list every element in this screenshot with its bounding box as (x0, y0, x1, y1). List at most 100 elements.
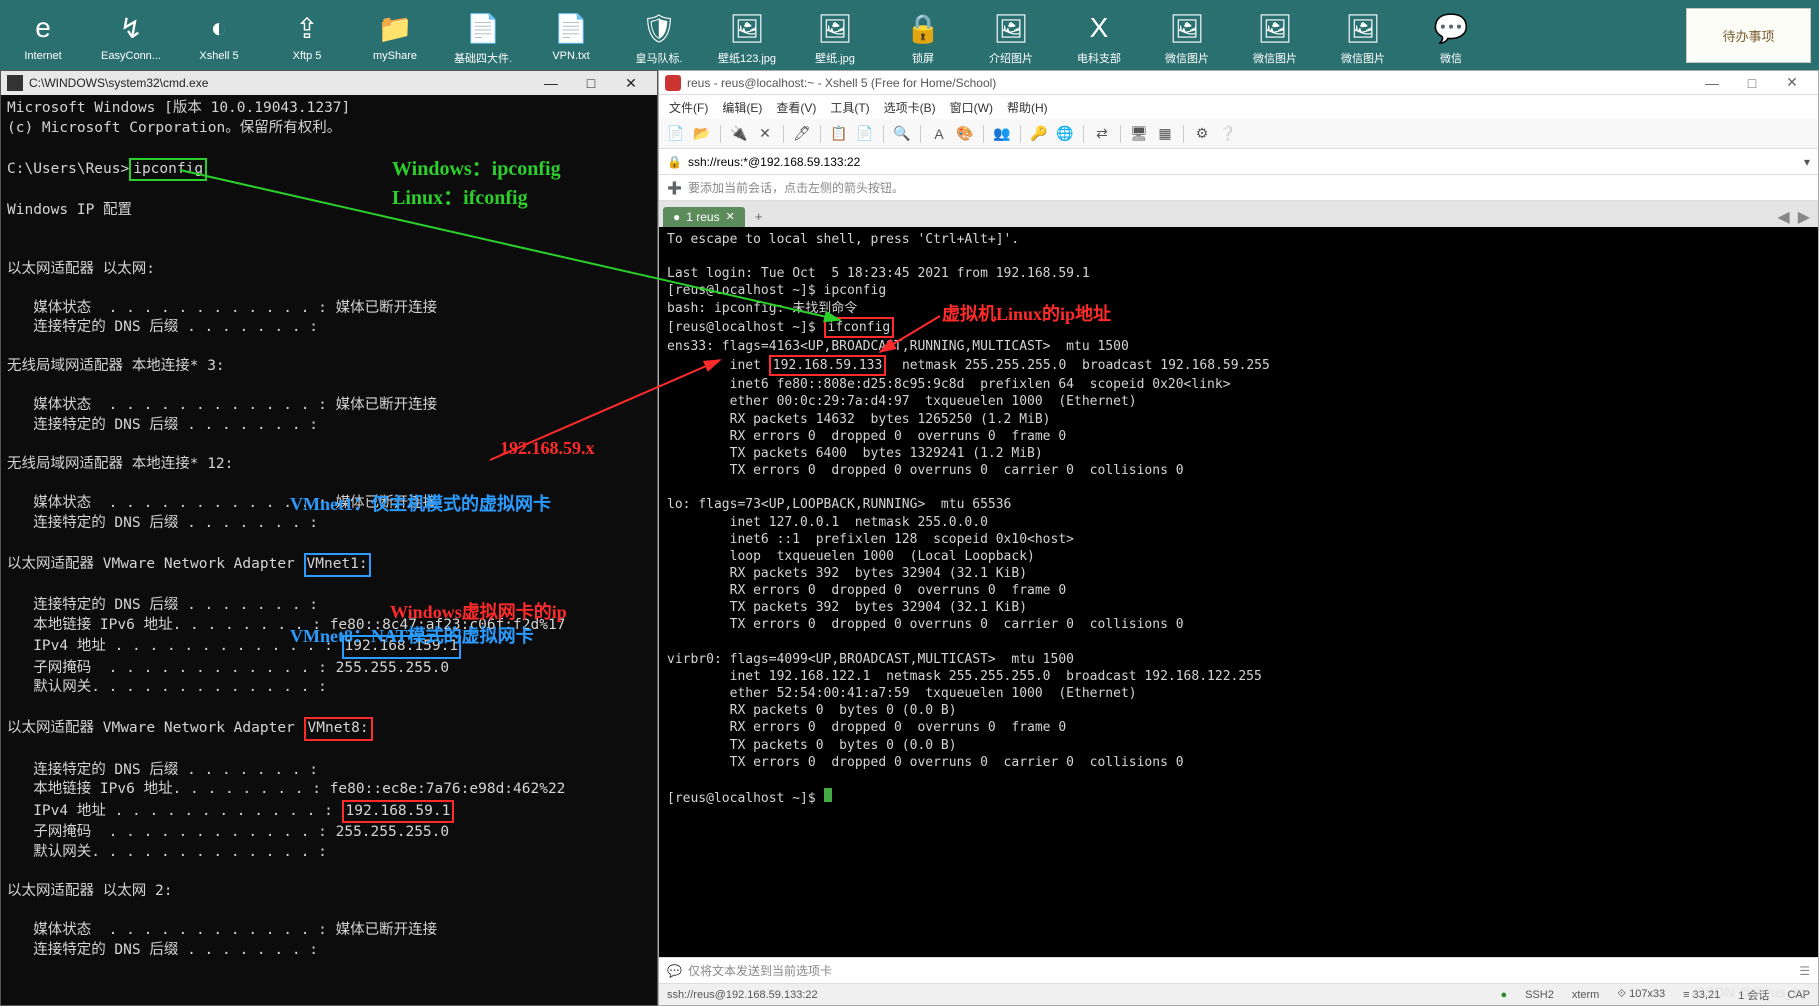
desktop-icon-微信图片[interactable]: 🖼 微信图片 (1338, 8, 1388, 66)
xshell-titlebar[interactable]: reus - reus@localhost:~ - Xshell 5 (Free… (659, 71, 1818, 95)
paste-icon[interactable]: 📄 (854, 123, 876, 145)
add-session-icon[interactable]: ➕ (667, 181, 682, 195)
send-hint: 仅将文本发送到当前选项卡 (688, 962, 832, 979)
status-cap: CAP (1787, 989, 1810, 1001)
tab-reus[interactable]: ● 1 reus ✕ (663, 207, 745, 227)
globe-icon[interactable]: 🌐 (1054, 123, 1076, 145)
desktop-icon-介绍图片[interactable]: 🖼介绍图片 (986, 8, 1036, 66)
prop-icon[interactable]: 🖊 (791, 123, 813, 145)
app-icon: 📁 (375, 8, 415, 48)
icon-label: Xshell 5 (199, 50, 238, 62)
app-icon: 💬 (1431, 8, 1471, 48)
minimize-button[interactable]: — (1692, 75, 1732, 91)
app-icon: 🖼 (727, 8, 767, 48)
help-icon[interactable]: ❔ (1217, 123, 1239, 145)
color-icon[interactable]: 🎨 (954, 123, 976, 145)
icon-label: 壁纸123.jpg (718, 50, 776, 66)
desktop-icon-锁屏[interactable]: 🔒锁屏 (898, 8, 948, 66)
tab-close-icon[interactable]: ✕ (726, 210, 735, 224)
app-icon: 📄 (463, 8, 503, 48)
desktop-icon-VPN.txt[interactable]: 📄VPN.txt (546, 8, 596, 62)
send-bar[interactable]: 💬 仅将文本发送到当前选项卡 ☰ (659, 957, 1818, 983)
icon-label: 皇马队标. (635, 50, 682, 66)
close-button[interactable]: ✕ (1772, 74, 1812, 91)
maximize-button[interactable]: □ (1732, 75, 1772, 91)
icon-label: 介绍图片 (989, 50, 1033, 66)
key-icon[interactable]: 🔑 (1028, 123, 1050, 145)
settings-icon[interactable]: ⚙ (1191, 123, 1213, 145)
maximize-button[interactable]: □ (571, 75, 611, 91)
status-sess: 1 会话 (1738, 987, 1769, 1003)
open-icon[interactable]: 📂 (691, 123, 713, 145)
xshell-terminal[interactable]: To escape to local shell, press 'Ctrl+Al… (659, 227, 1818, 957)
sticky-note[interactable]: 待办事项 (1686, 8, 1811, 63)
icon-label: 微信图片 (1341, 50, 1385, 66)
copy-icon[interactable]: 📋 (828, 123, 850, 145)
menu-item[interactable]: 工具(T) (830, 99, 869, 116)
desktop-icon-基础四大件.[interactable]: 📄基础四大件. (458, 8, 508, 66)
ifconfig-highlight: ifconfig (824, 317, 895, 338)
cmd-titlebar[interactable]: C:\WINDOWS\system32\cmd.exe — □ ✕ (1, 71, 657, 95)
menu-item[interactable]: 帮助(H) (1007, 99, 1048, 116)
vmnet1-ip-highlight: 192.168.159.1 (342, 635, 462, 659)
menu-item[interactable]: 窗口(W) (950, 99, 993, 116)
desktop-icon-微信[interactable]: 💬 微信 (1426, 8, 1476, 66)
menu-item[interactable]: 查看(V) (776, 99, 816, 116)
new-icon[interactable]: 📄 (665, 123, 687, 145)
desktop-icon-壁纸.jpg[interactable]: 🖼壁纸.jpg (810, 8, 860, 66)
tile-icon[interactable]: ▦ (1154, 123, 1176, 145)
cursor (824, 788, 832, 802)
xshell-window: reus - reus@localhost:~ - Xshell 5 (Free… (658, 70, 1819, 1006)
app-icon: 🖼 (815, 8, 855, 48)
desktop-icon-微信图片[interactable]: 🖼微信图片 (1162, 8, 1212, 66)
desktop-icon-皇马队标.[interactable]: 🛡皇马队标. (634, 8, 684, 66)
app-icon: 📄 (551, 8, 591, 48)
transfer-icon[interactable]: ⇄ (1091, 123, 1113, 145)
cmd-window: C:\WINDOWS\system32\cmd.exe — □ ✕ Micros… (0, 70, 658, 1006)
status-ssh-indicator: ● (1500, 989, 1507, 1001)
status-term: xterm (1572, 989, 1600, 1001)
menu-icon[interactable]: ☰ (1799, 964, 1810, 978)
menu-item[interactable]: 编辑(E) (722, 99, 762, 116)
cmd-title-text: C:\WINDOWS\system32\cmd.exe (29, 76, 208, 90)
tab-scroll-left-icon[interactable]: ◀ (1773, 207, 1793, 227)
hint-bar: ➕ 要添加当前会话，点击左侧的箭头按钮。 (659, 175, 1818, 201)
tab-scroll-right-icon[interactable]: ▶ (1794, 207, 1814, 227)
reconnect-icon[interactable]: 🔌 (728, 123, 750, 145)
icon-label: 微信 (1440, 50, 1462, 66)
desktop-icon-壁纸123.jpg[interactable]: 🖼壁纸123.jpg (722, 8, 772, 66)
font-icon[interactable]: A (928, 123, 950, 145)
disconnect-icon[interactable]: ✕ (754, 123, 776, 145)
menu-item[interactable]: 选项卡(B) (884, 99, 936, 116)
app-icon: ◐ (199, 8, 239, 48)
desktop-icon-电科支部[interactable]: X电科支部 (1074, 8, 1124, 66)
tab-bullet: ● (673, 210, 680, 224)
xshell-title-text: reus - reus@localhost:~ - Xshell 5 (Free… (687, 76, 996, 90)
tab-bar: ● 1 reus ✕ + ◀ ▶ (659, 201, 1818, 227)
vmnet8-ip-highlight: 192.168.59.1 (342, 800, 455, 824)
icon-label: myShare (373, 50, 417, 62)
find-icon[interactable]: 🔍 (891, 123, 913, 145)
desktop-icon-微信图片[interactable]: 🖼微信图片 (1250, 8, 1300, 66)
dropdown-icon[interactable]: ▾ (1804, 155, 1810, 169)
tab-add-button[interactable]: + (747, 206, 771, 227)
vmnet8-highlight: VMnet8: (304, 717, 373, 741)
app-icon: X (1079, 8, 1119, 48)
app-icon: 🖼 (1343, 8, 1383, 48)
vmnet1-highlight: VMnet1: (304, 553, 371, 577)
minimize-button[interactable]: — (531, 75, 571, 91)
desktop-icon-EasyConn...[interactable]: ↯EasyConn... (106, 8, 156, 62)
desktop-icon-Xshell 5[interactable]: ◐ Xshell 5 (194, 8, 244, 62)
users-icon[interactable]: 👥 (991, 123, 1013, 145)
desktop-icon-Xftp 5[interactable]: ⇪Xftp 5 (282, 8, 332, 62)
cmd-terminal[interactable]: Microsoft Windows [版本 10.0.19043.1237] (… (1, 95, 657, 1005)
desktop-icon-myShare[interactable]: 📁 myShare (370, 8, 420, 62)
close-button[interactable]: ✕ (611, 75, 651, 92)
screen-icon[interactable]: 🖥 (1128, 123, 1150, 145)
address-input[interactable] (688, 155, 1798, 169)
icon-label: Xftp 5 (293, 50, 322, 62)
menu-item[interactable]: 文件(F) (669, 99, 708, 116)
desktop-icon-Internet[interactable]: eInternet (18, 8, 68, 62)
status-conn: ssh://reus@192.168.59.133:22 (667, 989, 818, 1001)
icon-label: 微信图片 (1253, 50, 1297, 66)
